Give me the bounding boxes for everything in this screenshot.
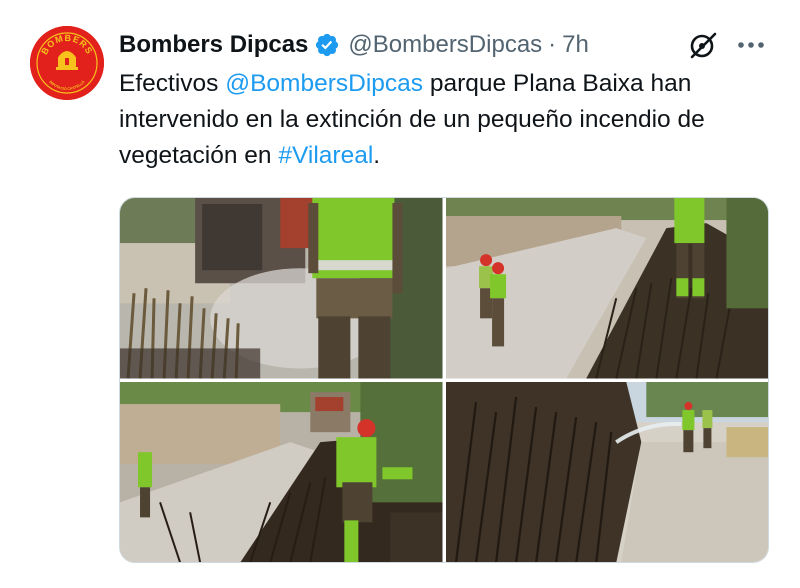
- more-options-icon[interactable]: [736, 35, 766, 55]
- tweet-header: Bombers Dipcas @BombersDipcas · 7h: [119, 28, 589, 62]
- hashtag-link[interactable]: #Vilareal: [278, 142, 373, 169]
- media-grid: [119, 197, 769, 563]
- tweet-text-part1: Efectivos: [119, 70, 226, 97]
- tweet-timestamp[interactable]: 7h: [562, 31, 589, 59]
- author-handle[interactable]: @BombersDipcas: [348, 31, 542, 59]
- tweet-text-part3: .: [373, 142, 381, 169]
- media-photo-3[interactable]: [120, 381, 443, 562]
- verified-badge-icon[interactable]: [314, 32, 340, 58]
- author-display-name[interactable]: Bombers Dipcas: [119, 31, 308, 59]
- mention-link[interactable]: @BombersDipcas: [225, 70, 423, 97]
- media-photo-4[interactable]: [445, 381, 768, 562]
- tweet-text: Efectivos @BombersDipcas parque Plana Ba…: [119, 66, 779, 174]
- header-separator: ·: [548, 31, 557, 58]
- grok-icon[interactable]: [688, 30, 718, 60]
- bombers-logo: BOMBERS DIPUTACIÓ CASTELLÓ: [30, 26, 104, 100]
- tweet: BOMBERS DIPUTACIÓ CASTELLÓ Bombers Dipca…: [0, 0, 800, 588]
- media-photo-2[interactable]: [445, 198, 768, 379]
- media-photo-1[interactable]: [120, 198, 443, 379]
- author-avatar[interactable]: BOMBERS DIPUTACIÓ CASTELLÓ: [30, 26, 104, 100]
